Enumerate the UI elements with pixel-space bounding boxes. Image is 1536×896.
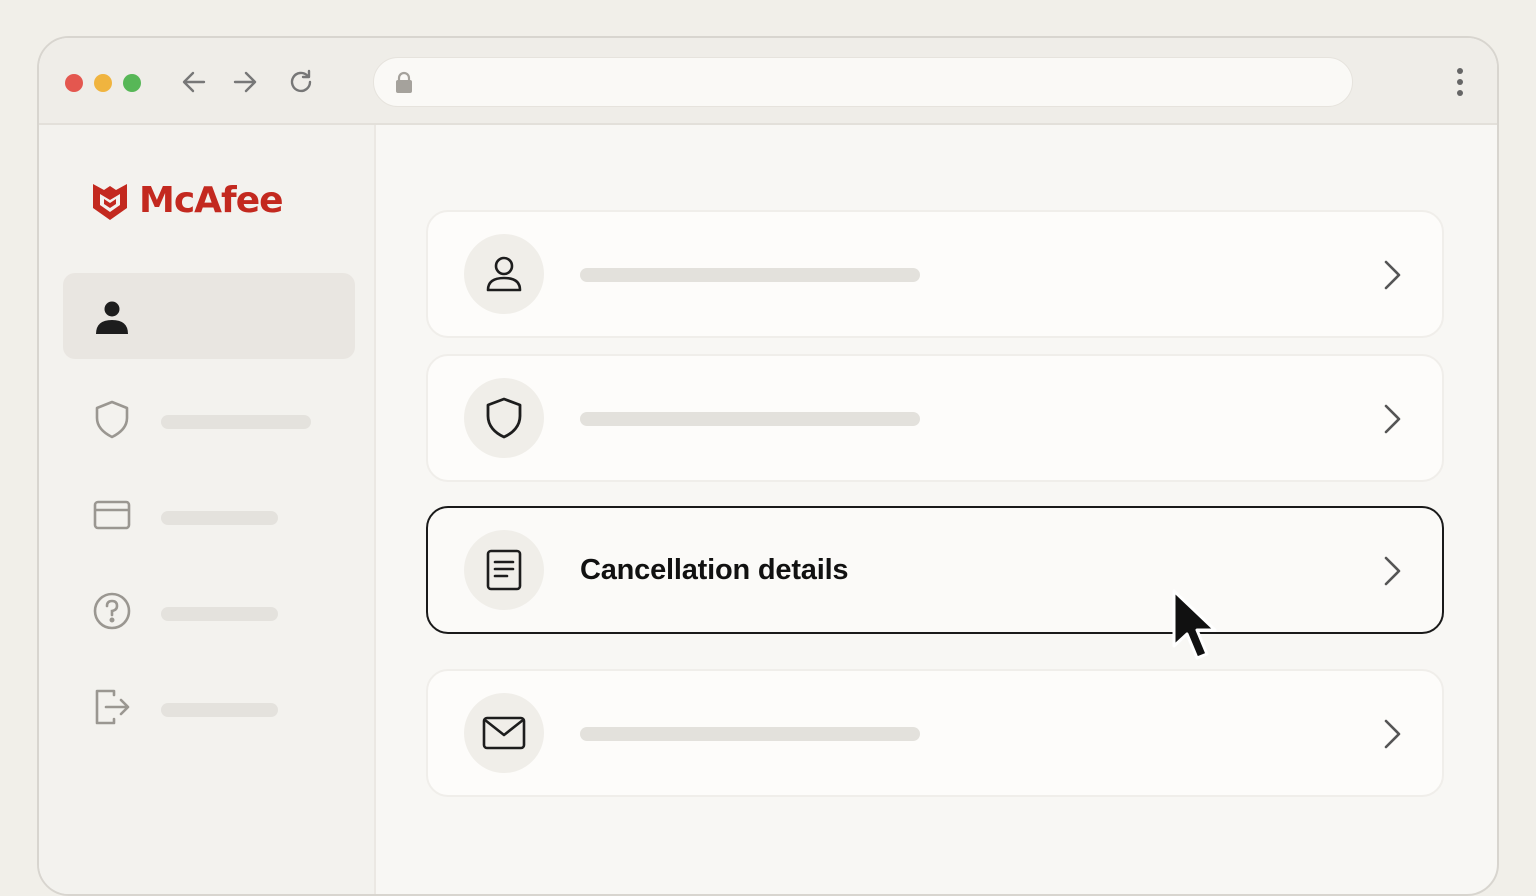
chevron-right-icon <box>1380 717 1404 751</box>
sidebar-label-placeholder <box>161 511 278 525</box>
mcafee-shield-logo-icon <box>93 184 127 220</box>
sidebar-label-placeholder <box>161 607 278 621</box>
browser-window: McAfee Cancellation details <box>37 36 1499 896</box>
user-icon <box>89 297 135 337</box>
logout-icon <box>89 687 135 727</box>
reload-icon <box>290 69 312 93</box>
sidebar-item-account[interactable] <box>63 273 355 359</box>
sidebar-item-help[interactable] <box>63 567 355 653</box>
chevron-right-icon <box>1380 402 1404 436</box>
document-icon <box>486 549 522 591</box>
close-window-button[interactable] <box>65 74 83 92</box>
arrow-right-icon <box>233 71 257 93</box>
browser-menu-button[interactable] <box>1445 65 1475 99</box>
sidebar-label-placeholder <box>161 415 311 429</box>
credit-card-icon <box>89 495 135 535</box>
arrow-left-icon <box>182 71 206 93</box>
address-bar[interactable] <box>373 57 1353 107</box>
chevron-right-icon <box>1380 258 1404 292</box>
mail-icon <box>482 716 526 750</box>
sidebar-item-security[interactable] <box>63 375 355 461</box>
card-icon-circle <box>464 378 544 458</box>
reload-button[interactable] <box>284 65 318 99</box>
card-cancellation-details[interactable]: Cancellation details <box>426 506 1444 634</box>
card-icon-circle <box>464 234 544 314</box>
brand-name: McAfee <box>139 180 284 221</box>
back-button[interactable] <box>177 65 211 99</box>
card-title-placeholder <box>580 412 920 426</box>
sidebar-item-billing[interactable] <box>63 471 355 557</box>
lock-icon <box>396 71 412 93</box>
shield-icon <box>89 399 135 439</box>
sidebar-label-placeholder <box>161 703 278 717</box>
minimize-window-button[interactable] <box>94 74 112 92</box>
sidebar-item-sign-out[interactable] <box>63 663 355 749</box>
mcafee-logo[interactable]: McAfee <box>91 179 284 223</box>
user-icon <box>486 256 522 292</box>
more-vertical-icon <box>1457 68 1463 96</box>
card-title-placeholder <box>580 727 920 741</box>
forward-button[interactable] <box>228 65 262 99</box>
card-security[interactable] <box>426 354 1444 482</box>
card-icon-circle <box>464 693 544 773</box>
card-email[interactable] <box>426 669 1444 797</box>
browser-toolbar <box>39 38 1497 125</box>
shield-icon <box>486 397 522 439</box>
card-account[interactable] <box>426 210 1444 338</box>
card-title: Cancellation details <box>580 554 849 586</box>
card-icon-circle <box>464 530 544 610</box>
maximize-window-button[interactable] <box>123 74 141 92</box>
help-circle-icon <box>89 591 135 631</box>
card-title-placeholder <box>580 268 920 282</box>
sidebar: McAfee <box>39 125 376 894</box>
chevron-right-icon <box>1380 554 1404 588</box>
